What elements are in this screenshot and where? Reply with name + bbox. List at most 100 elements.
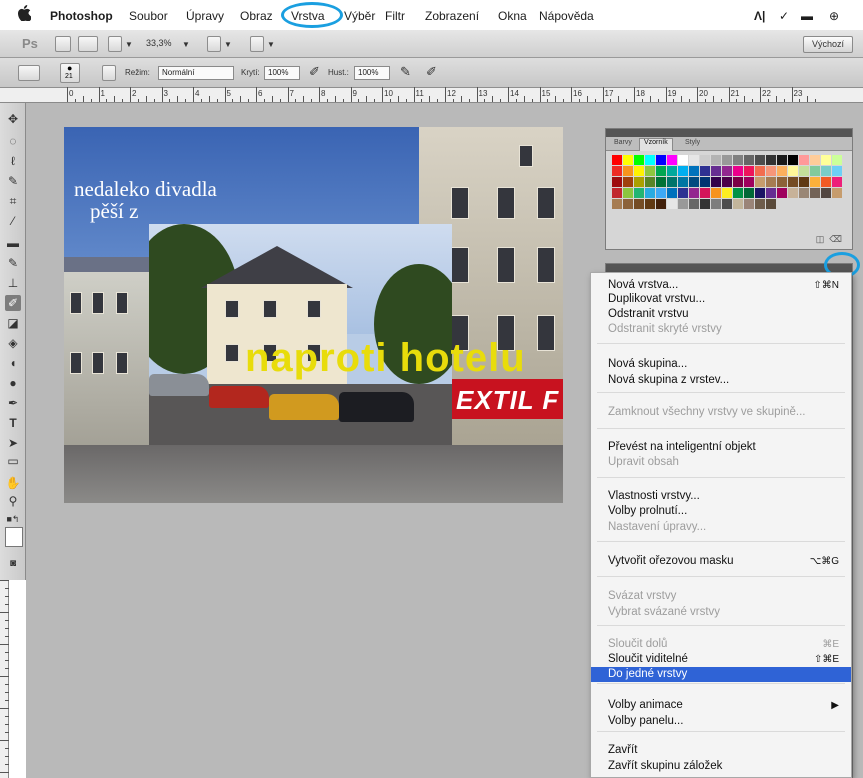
new-swatch-icon[interactable]: ◫ <box>816 234 825 244</box>
color-swatch[interactable] <box>689 188 699 198</box>
color-swatch[interactable] <box>799 155 809 165</box>
arrange-documents-button[interactable] <box>207 36 221 52</box>
color-swatch[interactable] <box>667 166 677 176</box>
clone-stamp-tool-icon[interactable]: ⊥ <box>5 275 21 291</box>
color-swatch[interactable] <box>623 199 633 209</box>
tab-barvy[interactable]: Barvy <box>610 139 636 146</box>
panel-header[interactable] <box>606 129 852 137</box>
crop-tool-icon[interactable]: ⌗ <box>5 193 21 209</box>
color-swatch[interactable] <box>733 188 743 198</box>
menu-filtr[interactable]: Filtr <box>385 9 405 23</box>
pressure-size-icon[interactable]: ✐ <box>426 64 437 80</box>
color-swatch[interactable] <box>755 188 765 198</box>
tab-vzornik[interactable]: Vzorník <box>639 138 673 151</box>
color-swatch[interactable] <box>821 188 831 198</box>
color-swatch[interactable] <box>722 166 732 176</box>
color-swatch[interactable] <box>722 199 732 209</box>
color-swatch[interactable] <box>700 166 710 176</box>
path-selection-tool-icon[interactable]: ➤ <box>5 435 21 451</box>
color-swatch[interactable] <box>711 177 721 187</box>
color-swatch[interactable] <box>700 188 710 198</box>
shape-tool-icon[interactable]: ▭ <box>5 453 21 469</box>
color-swatch[interactable] <box>656 188 666 198</box>
color-swatch[interactable] <box>634 155 644 165</box>
color-swatch[interactable] <box>623 188 633 198</box>
brush-tool-icon[interactable]: ✎ <box>5 255 21 271</box>
quick-selection-tool-icon[interactable]: ✎ <box>5 173 21 189</box>
opacity-field[interactable]: 100% <box>264 66 300 80</box>
color-swatch[interactable] <box>689 166 699 176</box>
color-swatch[interactable] <box>744 155 754 165</box>
color-swatch[interactable] <box>678 177 688 187</box>
menu-item[interactable]: Do jedné vrstvy <box>591 667 851 682</box>
foreground-color-swatch[interactable] <box>5 527 23 547</box>
color-swatch[interactable] <box>766 155 776 165</box>
color-swatch[interactable] <box>777 155 787 165</box>
lasso-tool-icon[interactable]: ℓ <box>5 153 21 169</box>
menu-item[interactable]: Nová vrstva... ⇧⌘N <box>591 278 851 293</box>
move-tool-icon[interactable]: ✥ <box>5 111 21 127</box>
color-swatch[interactable] <box>667 177 677 187</box>
menu-obraz[interactable]: Obraz <box>240 9 273 23</box>
color-swatch[interactable] <box>678 155 688 165</box>
color-swatch[interactable] <box>623 155 633 165</box>
color-swatch[interactable] <box>733 177 743 187</box>
chevron-down-icon[interactable]: ▼ <box>267 40 275 49</box>
color-swatch[interactable] <box>821 166 831 176</box>
menu-napoveda[interactable]: Nápověda <box>539 9 594 23</box>
color-swatch[interactable] <box>612 177 622 187</box>
color-swatch[interactable] <box>832 166 842 176</box>
color-swatch[interactable] <box>612 188 622 198</box>
color-swatch[interactable] <box>777 166 787 176</box>
menu-item[interactable]: Vlastnosti vrstvy... <box>591 489 851 504</box>
color-swatch[interactable] <box>667 155 677 165</box>
color-swatch[interactable] <box>656 155 666 165</box>
color-swatch[interactable] <box>733 166 743 176</box>
menu-item[interactable]: Převést na inteligentní objekt <box>591 440 851 455</box>
adobe-status-icon[interactable]: Λ| <box>754 9 765 23</box>
color-swatch[interactable] <box>733 155 743 165</box>
color-swatch[interactable] <box>766 177 776 187</box>
color-swatch[interactable] <box>821 177 831 187</box>
marquee-tool-icon[interactable]: ◌ <box>5 133 21 149</box>
color-swatch[interactable] <box>623 177 633 187</box>
color-swatch[interactable] <box>722 188 732 198</box>
color-swatch[interactable] <box>777 188 787 198</box>
color-swatch[interactable] <box>722 177 732 187</box>
menu-upravy[interactable]: Úpravy <box>186 9 224 23</box>
color-swatch[interactable] <box>700 199 710 209</box>
color-swatch[interactable] <box>788 188 798 198</box>
color-swatch[interactable] <box>678 166 688 176</box>
time-machine-icon[interactable]: ⊕ <box>829 9 839 23</box>
color-swatch[interactable] <box>656 177 666 187</box>
color-swatch[interactable] <box>755 177 765 187</box>
menu-soubor[interactable]: Soubor <box>129 9 168 23</box>
color-swatch[interactable] <box>832 155 842 165</box>
color-swatch[interactable] <box>678 199 688 209</box>
color-swatch[interactable] <box>623 166 633 176</box>
color-swatch[interactable] <box>711 166 721 176</box>
flow-field[interactable]: 100% <box>354 66 390 80</box>
quick-mask-icon[interactable]: ◙ <box>5 555 21 571</box>
color-swatch[interactable] <box>711 188 721 198</box>
color-swatch[interactable] <box>821 155 831 165</box>
screen-mode-button[interactable] <box>250 36 264 52</box>
color-swatch[interactable] <box>645 199 655 209</box>
menu-item[interactable]: Vytvořit ořezovou masku ⌥⌘G <box>591 554 851 569</box>
color-swatch[interactable] <box>777 177 787 187</box>
chevron-down-icon[interactable]: ▼ <box>125 40 133 49</box>
tab-styly[interactable]: Styly <box>681 139 704 146</box>
color-swatch[interactable] <box>766 166 776 176</box>
menu-zobrazeni[interactable]: Zobrazení <box>425 9 479 23</box>
zoom-tool-icon[interactable]: ⚲ <box>5 493 21 509</box>
horizontal-ruler[interactable]: 0 1 2 3 4 5 6 7 8 9 10 11 12 13 14 15 16 17 18 19 20 21 22 23 <box>0 87 863 103</box>
eyedropper-tool-icon[interactable]: ⁄ <box>5 213 21 229</box>
zoom-level[interactable]: 33,3% <box>146 38 172 48</box>
color-swatch[interactable] <box>788 177 798 187</box>
menu-item[interactable]: Volby prolnutí... <box>591 504 851 519</box>
brush-preset-picker[interactable]: ● 21 <box>60 63 80 83</box>
color-swatch[interactable] <box>744 199 754 209</box>
color-swatch[interactable] <box>634 188 644 198</box>
color-swatch[interactable] <box>744 188 754 198</box>
workspace-switcher[interactable]: Výchozí <box>803 36 853 53</box>
